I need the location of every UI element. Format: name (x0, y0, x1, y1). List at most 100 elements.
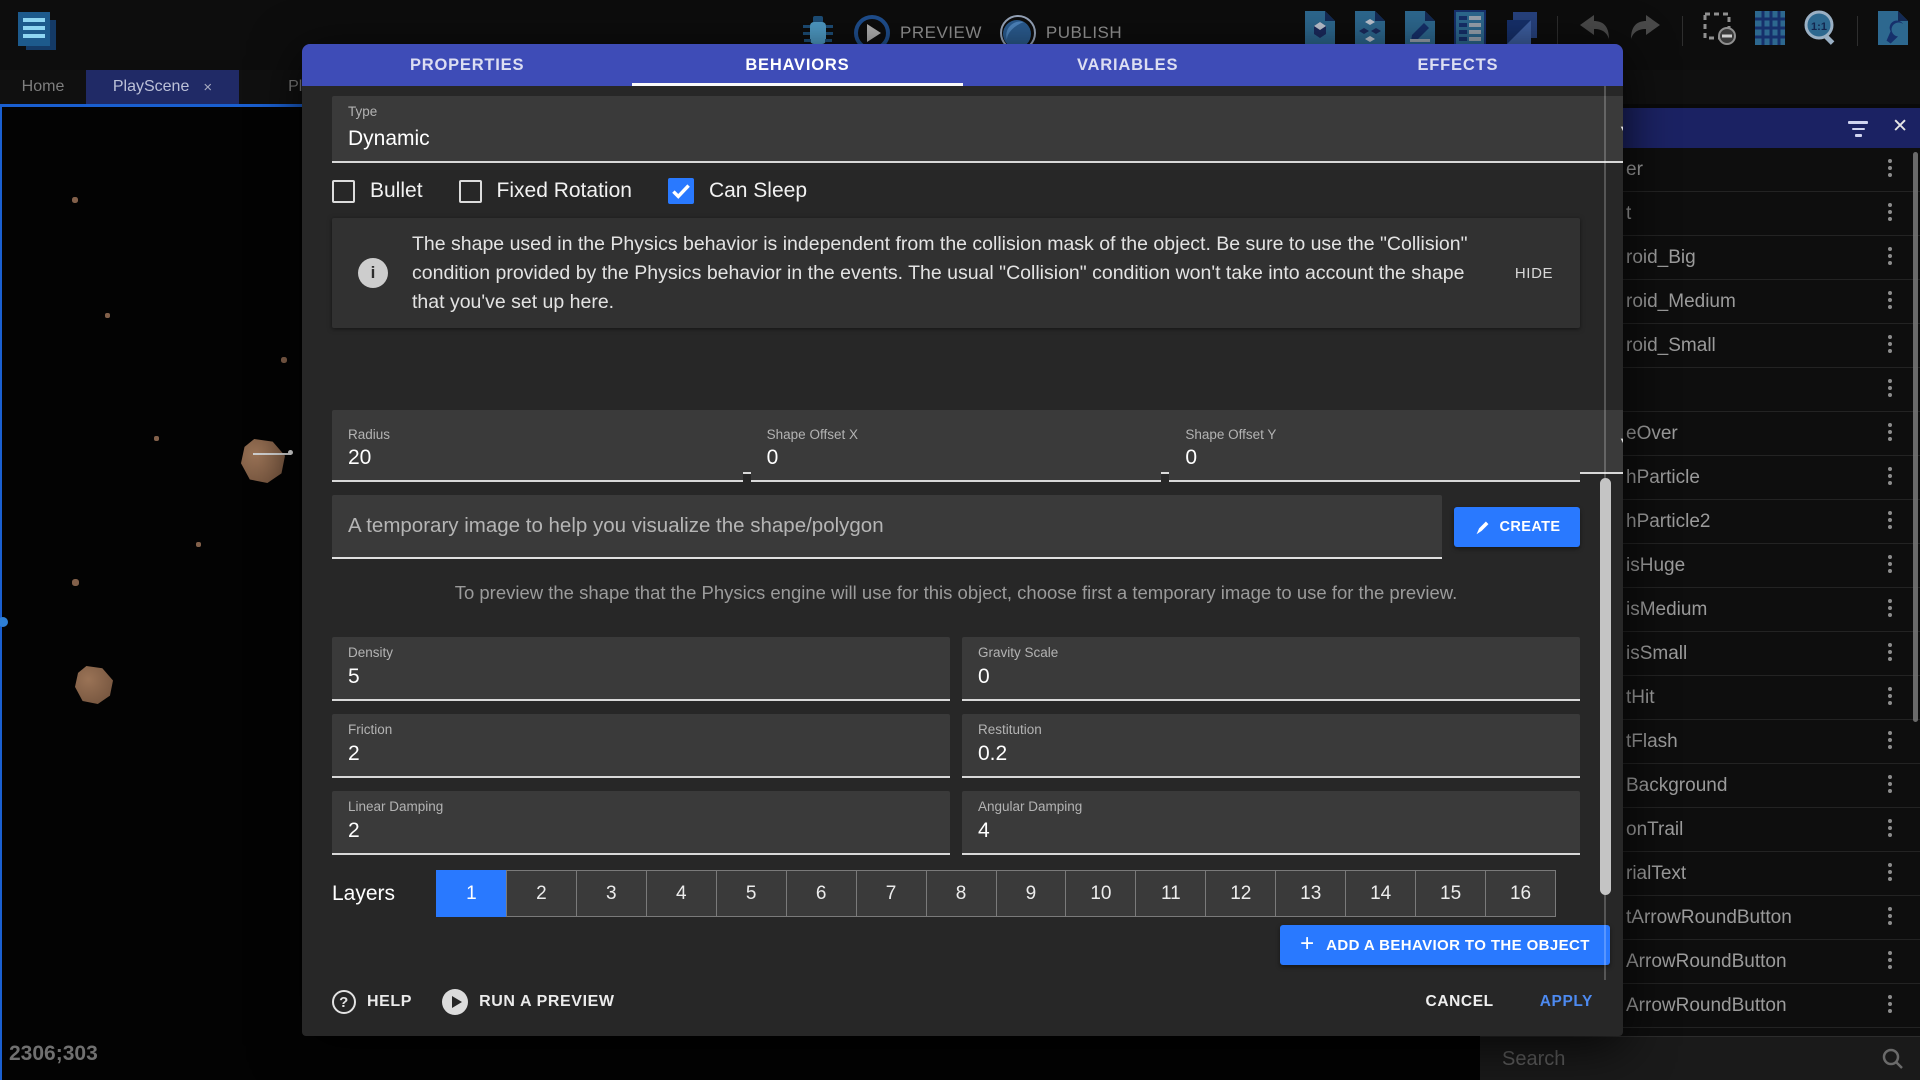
search-icon (1882, 1048, 1904, 1070)
cancel-button[interactable]: CANCEL (1426, 993, 1494, 1011)
item-menu-icon[interactable] (1888, 555, 1892, 576)
checkbox-fixed-rotation[interactable]: Fixed Rotation (459, 179, 632, 203)
checkbox-unchecked-icon[interactable] (459, 180, 482, 203)
checkbox-bullet[interactable]: Bullet (332, 179, 423, 203)
item-menu-icon[interactable] (1888, 819, 1892, 840)
field-restitution[interactable]: Restitution0.2 (962, 714, 1580, 778)
item-menu-icon[interactable] (1888, 775, 1892, 796)
tab-playscene[interactable]: PlayScene × (86, 70, 239, 104)
item-menu-icon[interactable] (1888, 335, 1892, 356)
grid-icon[interactable] (1751, 8, 1789, 53)
checkbox-label: Fixed Rotation (497, 179, 632, 203)
handle-dot[interactable] (288, 450, 293, 455)
field-gravity-scale[interactable]: Gravity Scale0 (962, 637, 1580, 701)
item-menu-icon[interactable] (1888, 203, 1892, 224)
layer-button-14[interactable]: 14 (1345, 870, 1416, 917)
item-menu-icon[interactable] (1888, 159, 1892, 180)
layer-button-6[interactable]: 6 (786, 870, 857, 917)
layer-button-8[interactable]: 8 (926, 870, 997, 917)
settings-icon[interactable] (1874, 8, 1912, 53)
selection-handle[interactable] (0, 617, 8, 627)
checkbox-unchecked-icon[interactable] (332, 180, 355, 203)
object-name: Background (1626, 764, 1727, 807)
layer-button-10[interactable]: 10 (1065, 870, 1136, 917)
layer-button-7[interactable]: 7 (856, 870, 927, 917)
add-behavior-button[interactable]: + ADD A BEHAVIOR TO THE OBJECT (1280, 925, 1610, 965)
field-linear-damping[interactable]: Linear Damping2 (332, 791, 950, 855)
item-menu-icon[interactable] (1888, 731, 1892, 752)
question-icon: ? (332, 990, 356, 1014)
layer-button-3[interactable]: 3 (576, 870, 647, 917)
item-menu-icon[interactable] (1888, 907, 1892, 928)
field-label: Linear Damping (348, 799, 443, 814)
layer-button-2[interactable]: 2 (506, 870, 577, 917)
deselect-icon[interactable] (1699, 8, 1739, 53)
field-friction[interactable]: Friction2 (332, 714, 950, 778)
objects-scrollbar[interactable] (1913, 152, 1918, 722)
item-menu-icon[interactable] (1888, 599, 1892, 620)
field-angular-damping[interactable]: Angular Damping4 (962, 791, 1580, 855)
layer-button-13[interactable]: 13 (1275, 870, 1346, 917)
field-label: Shape Offset X (767, 427, 858, 442)
object-name: roid_Big (1626, 236, 1696, 279)
checkbox-can-sleep[interactable]: Can Sleep (668, 178, 807, 204)
object-name: er (1626, 148, 1643, 191)
layer-button-9[interactable]: 9 (996, 870, 1067, 917)
layer-button-1[interactable]: 1 (436, 870, 507, 917)
tab-variables[interactable]: VARIABLES (963, 44, 1293, 86)
tab-home[interactable]: Home (0, 70, 86, 104)
item-menu-icon[interactable] (1888, 379, 1892, 400)
close-tab-icon[interactable]: × (203, 79, 212, 96)
layer-button-5[interactable]: 5 (716, 870, 787, 917)
item-menu-icon[interactable] (1888, 951, 1892, 972)
dialog-footer: ? HELP RUN A PREVIEW CANCEL APPLY (332, 980, 1593, 1024)
item-menu-icon[interactable] (1888, 643, 1892, 664)
item-menu-icon[interactable] (1888, 247, 1892, 268)
field-radius[interactable]: Radius20 (332, 419, 743, 482)
field-label: Radius (348, 427, 390, 442)
field-label: Gravity Scale (978, 645, 1058, 660)
type-dropdown[interactable]: Type Dynamic ▼ (332, 96, 1623, 163)
object-name: onTrail (1626, 808, 1683, 851)
create-button[interactable]: CREATE (1454, 507, 1580, 547)
temp-image-row: A temporary image to help you visualize … (332, 495, 1580, 559)
hide-button[interactable]: HIDE (1488, 265, 1580, 282)
checkbox-row: Bullet Fixed Rotation Can Sleep (332, 172, 1580, 210)
help-button[interactable]: ? HELP (332, 990, 412, 1014)
layer-button-15[interactable]: 15 (1415, 870, 1486, 917)
field-shape-offset-x[interactable]: Shape Offset X0 (751, 419, 1162, 482)
layer-button-16[interactable]: 16 (1485, 870, 1556, 917)
item-menu-icon[interactable] (1888, 863, 1892, 884)
tab-properties[interactable]: PROPERTIES (302, 44, 632, 86)
object-name: hParticle (1626, 456, 1700, 499)
temp-image-input[interactable]: A temporary image to help you visualize … (332, 495, 1442, 559)
tab-effects[interactable]: EFFECTS (1293, 44, 1623, 86)
info-icon: i (358, 258, 388, 288)
field-value: 4 (978, 819, 990, 843)
asteroid-sprite (75, 666, 113, 704)
item-menu-icon[interactable] (1888, 467, 1892, 488)
checkbox-checked-icon[interactable] (668, 178, 694, 204)
layer-button-12[interactable]: 12 (1205, 870, 1276, 917)
tab-behaviors[interactable]: BEHAVIORS (632, 44, 962, 86)
sort-filter-icon[interactable] (1848, 121, 1868, 141)
layer-button-4[interactable]: 4 (646, 870, 717, 917)
item-menu-icon[interactable] (1888, 511, 1892, 532)
gdevelop-window: PREVIEW PUBLISH (0, 0, 1920, 1080)
objects-search-bar[interactable]: Search (1480, 1036, 1920, 1080)
item-menu-icon[interactable] (1888, 291, 1892, 312)
run-preview-button[interactable]: RUN A PREVIEW (442, 989, 615, 1015)
zoom-actual-icon[interactable]: 1:1 (1801, 8, 1841, 53)
close-panel-icon[interactable]: ✕ (1892, 115, 1908, 138)
field-shape-offset-y[interactable]: Shape Offset Y0 (1169, 419, 1580, 482)
redo-icon[interactable] (1626, 9, 1666, 52)
apply-button[interactable]: APPLY (1540, 993, 1593, 1011)
search-input[interactable]: Search (1502, 1037, 1565, 1080)
dialog-scrollbar-thumb[interactable] (1600, 478, 1611, 895)
layer-button-11[interactable]: 11 (1135, 870, 1206, 917)
item-menu-icon[interactable] (1888, 423, 1892, 444)
item-menu-icon[interactable] (1888, 687, 1892, 708)
item-menu-icon[interactable] (1888, 995, 1892, 1016)
project-manager-icon[interactable] (12, 6, 62, 56)
field-density[interactable]: Density5 (332, 637, 950, 701)
